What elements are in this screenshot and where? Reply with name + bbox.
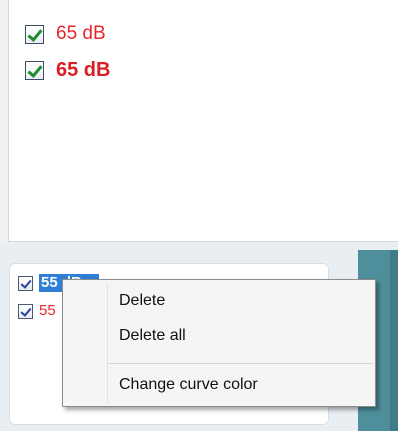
- menu-separator: [109, 363, 373, 364]
- curve-row[interactable]: 55: [18, 302, 56, 320]
- curve-row[interactable]: 65 dB: [25, 60, 110, 80]
- menu-item-delete[interactable]: Delete: [119, 292, 165, 310]
- curve-list-panel: 65 dB 65 dB: [8, 0, 398, 242]
- menu-item-delete-all[interactable]: Delete all: [119, 327, 186, 345]
- curve-checkbox[interactable]: [25, 24, 44, 44]
- check-icon: [20, 276, 32, 289]
- context-menu: Delete Delete all Change curve color: [62, 279, 376, 407]
- curve-label: 65 dB: [56, 59, 111, 81]
- check-icon: [27, 25, 43, 42]
- app-window: 65 dB 65 dB 55 dB 55 Delete Delete all C…: [0, 0, 398, 431]
- check-icon: [20, 304, 32, 317]
- curve-label: 65 dB: [56, 23, 106, 44]
- curve-row[interactable]: 65 dB: [25, 24, 106, 44]
- curve-checkbox[interactable]: [18, 275, 33, 291]
- menu-item-change-curve-color[interactable]: Change curve color: [119, 376, 258, 394]
- curve-label: 55: [39, 302, 56, 319]
- curve-checkbox[interactable]: [18, 303, 33, 319]
- side-panel-edge: [390, 250, 398, 431]
- menu-icon-gutter: [107, 283, 108, 403]
- check-icon: [27, 61, 43, 78]
- curve-checkbox[interactable]: [25, 60, 44, 80]
